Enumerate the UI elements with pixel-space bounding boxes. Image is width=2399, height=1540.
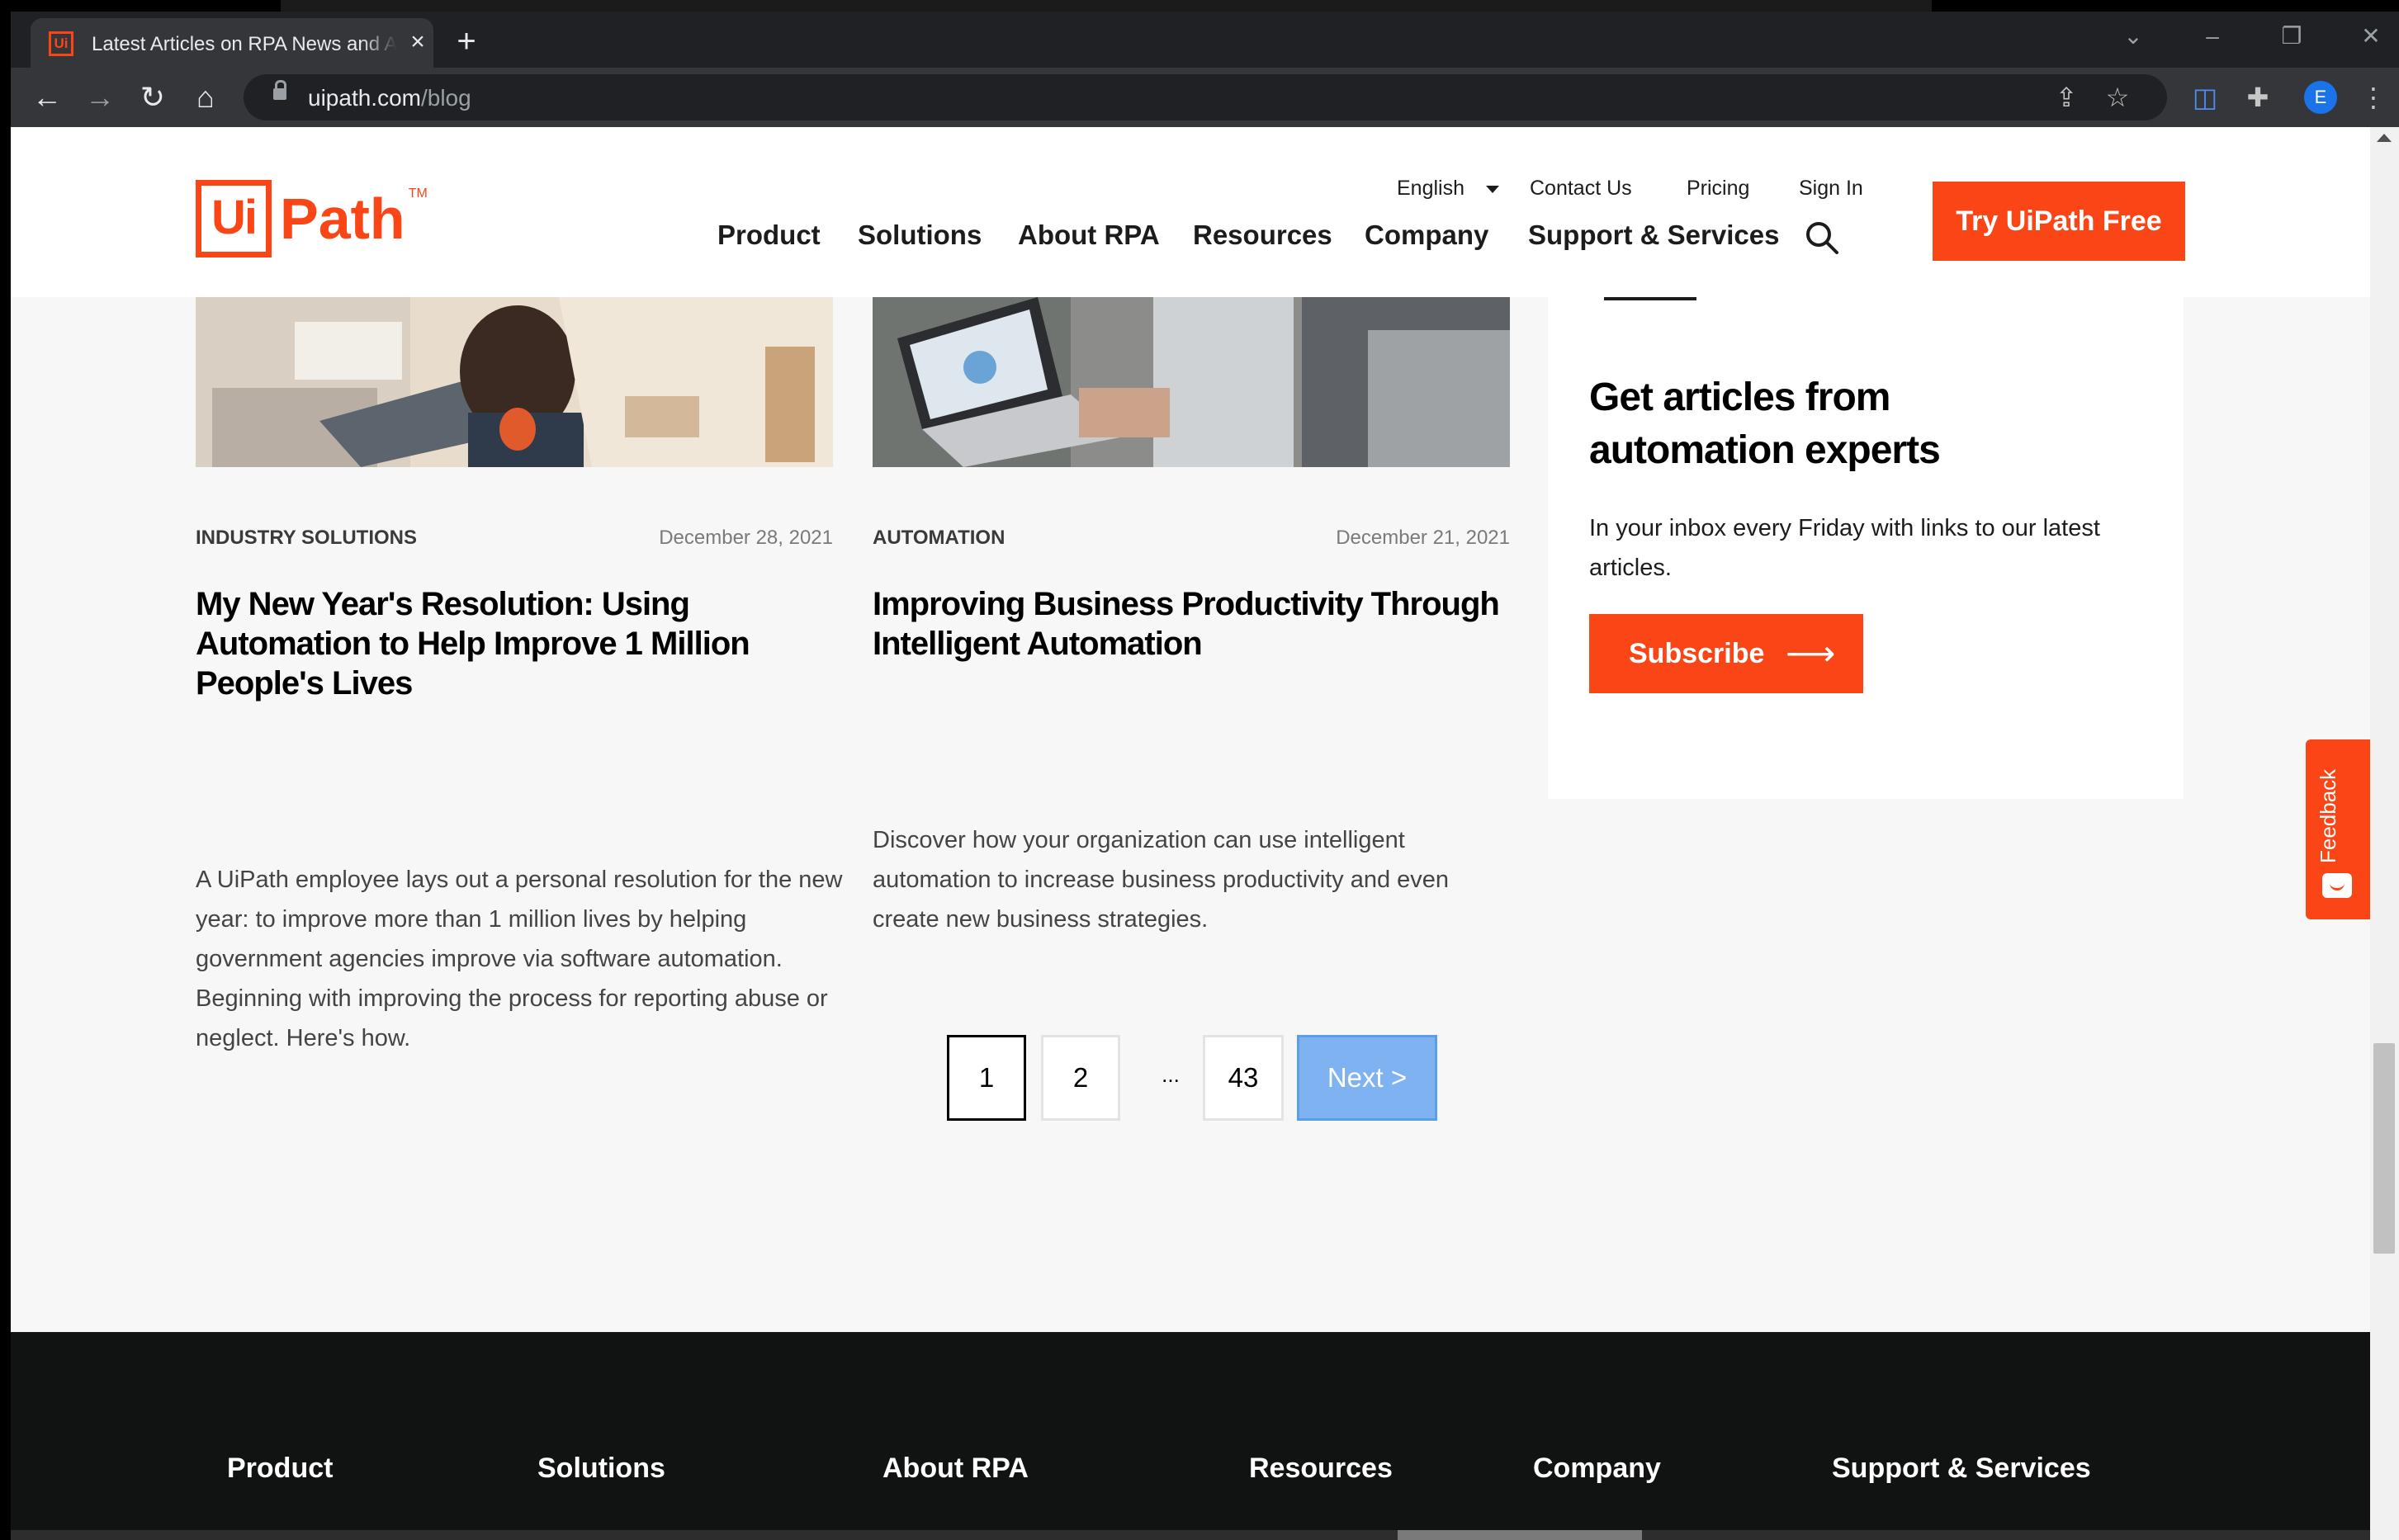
site-footer: Product Solutions About RPA Resources Co…: [11, 1332, 2370, 1540]
page-1-button[interactable]: 1: [947, 1035, 1026, 1121]
article-image-1[interactable]: [196, 297, 833, 467]
article-1-category[interactable]: INDUSTRY SOLUTIONS: [196, 527, 417, 550]
footer-company[interactable]: Company: [1533, 1453, 1661, 1485]
bookmark-star-icon[interactable]: ☆: [2099, 79, 2136, 116]
site-header: Ui Path TM English Contact Us Pricing Si…: [11, 127, 2370, 297]
forward-icon[interactable]: →: [82, 79, 118, 116]
footer-about-rpa[interactable]: About RPA: [882, 1453, 1029, 1485]
new-tab-button[interactable]: +: [448, 25, 485, 61]
page-43-button[interactable]: 43: [1203, 1035, 1284, 1121]
page-viewport: Ui Path TM English Contact Us Pricing Si…: [11, 127, 2370, 1540]
uipath-favicon-icon: Ui: [49, 31, 73, 56]
page-2-button[interactable]: 2: [1041, 1035, 1120, 1121]
profile-avatar[interactable]: E: [2304, 81, 2337, 114]
uipath-logo[interactable]: Ui Path TM: [196, 180, 428, 257]
pagination-ellipsis: ...: [1162, 1062, 1180, 1087]
next-page-button[interactable]: Next >: [1297, 1035, 1437, 1121]
browser-tab[interactable]: Ui Latest Articles on RPA News and Autom…: [31, 18, 433, 68]
share-icon[interactable]: ⇪: [2048, 79, 2084, 116]
reload-icon[interactable]: ↻: [135, 79, 171, 116]
restore-icon[interactable]: ❐: [2271, 20, 2312, 53]
article-1-date: December 28, 2021: [659, 527, 833, 549]
tab-search-icon[interactable]: ⌄: [2113, 20, 2154, 53]
extensions-puzzle-icon[interactable]: ✚: [2240, 79, 2276, 116]
sign-in-link[interactable]: Sign In: [1799, 177, 1863, 201]
footer-resources[interactable]: Resources: [1249, 1453, 1393, 1485]
feedback-smile-icon: [2322, 873, 2352, 898]
lock-icon: [273, 80, 286, 100]
nav-resources[interactable]: Resources: [1193, 220, 1332, 251]
scrollbar-thumb[interactable]: [2373, 1043, 2395, 1254]
home-icon[interactable]: ⌂: [187, 79, 224, 116]
footer-product[interactable]: Product: [227, 1453, 333, 1485]
contact-us-link[interactable]: Contact Us: [1530, 177, 1632, 201]
vertical-scrollbar[interactable]: [2370, 127, 2399, 1540]
newsletter-text: In your inbox every Friday with links to…: [1589, 515, 2100, 581]
newsletter-panel: Get articles from automation experts In …: [1548, 297, 2184, 799]
nav-solutions[interactable]: Solutions: [858, 220, 982, 251]
feedback-label: Feedback: [2316, 768, 2340, 863]
arrow-right-icon: ⟶: [1786, 634, 1836, 673]
nav-support-services[interactable]: Support & Services: [1528, 220, 1779, 251]
nav-about-rpa[interactable]: About RPA: [1018, 220, 1160, 251]
subscribe-button[interactable]: Subscribe ⟶: [1589, 614, 1863, 693]
tab-title: Latest Articles on RPA News and Automati…: [92, 33, 397, 55]
caret-down-icon: [1486, 185, 1499, 193]
article-1-title[interactable]: My New Year's Resolution: Using Automati…: [196, 584, 807, 703]
browser-toolbar: ← → ↻ ⌂ uipath.com/blog ⇪ ☆ ◫ ✚ E ⋮: [11, 68, 2399, 127]
horizontal-scrollbar-thumb[interactable]: [1398, 1530, 1642, 1540]
top-strip: [0, 0, 2399, 12]
newsletter-heading: Get articles from automation experts: [1589, 376, 1941, 472]
tab-bar: Ui Latest Articles on RPA News and Autom…: [11, 12, 2399, 68]
pricing-link[interactable]: Pricing: [1687, 177, 1749, 201]
article-2-date: December 21, 2021: [1336, 527, 1510, 549]
tab-close-icon[interactable]: ×: [402, 26, 433, 58]
address-bar[interactable]: uipath.com/blog ⇪ ☆: [244, 74, 2167, 120]
article-1-description: A UiPath employee lays out a personal re…: [196, 867, 843, 1051]
search-icon[interactable]: [1804, 220, 1840, 256]
nav-company[interactable]: Company: [1365, 220, 1488, 251]
article-image-2[interactable]: [873, 297, 1510, 467]
footer-support-services[interactable]: Support & Services: [1832, 1453, 2091, 1485]
close-window-icon[interactable]: ✕: [2350, 20, 2392, 53]
minimize-icon[interactable]: –: [2192, 20, 2233, 53]
try-uipath-free-button[interactable]: Try UiPath Free: [1933, 182, 2185, 261]
menu-kebab-icon[interactable]: ⋮: [2355, 79, 2392, 116]
feedback-tab[interactable]: Feedback: [2306, 739, 2370, 919]
article-2-title[interactable]: Improving Business Productivity Through …: [873, 584, 1517, 664]
divider: [1604, 297, 1696, 300]
article-2-description: Discover how your organization can use i…: [873, 827, 1450, 933]
scroll-up-icon[interactable]: [2377, 134, 2392, 142]
horizontal-scrollbar[interactable]: [11, 1530, 2370, 1540]
nav-product[interactable]: Product: [717, 220, 821, 251]
footer-solutions[interactable]: Solutions: [537, 1453, 665, 1485]
url-text: uipath.com/blog: [308, 85, 471, 111]
article-2-category[interactable]: AUTOMATION: [873, 527, 1005, 550]
language-select[interactable]: English: [1397, 177, 1499, 201]
back-icon[interactable]: ←: [29, 79, 65, 116]
extension-icon[interactable]: ◫: [2187, 79, 2223, 116]
